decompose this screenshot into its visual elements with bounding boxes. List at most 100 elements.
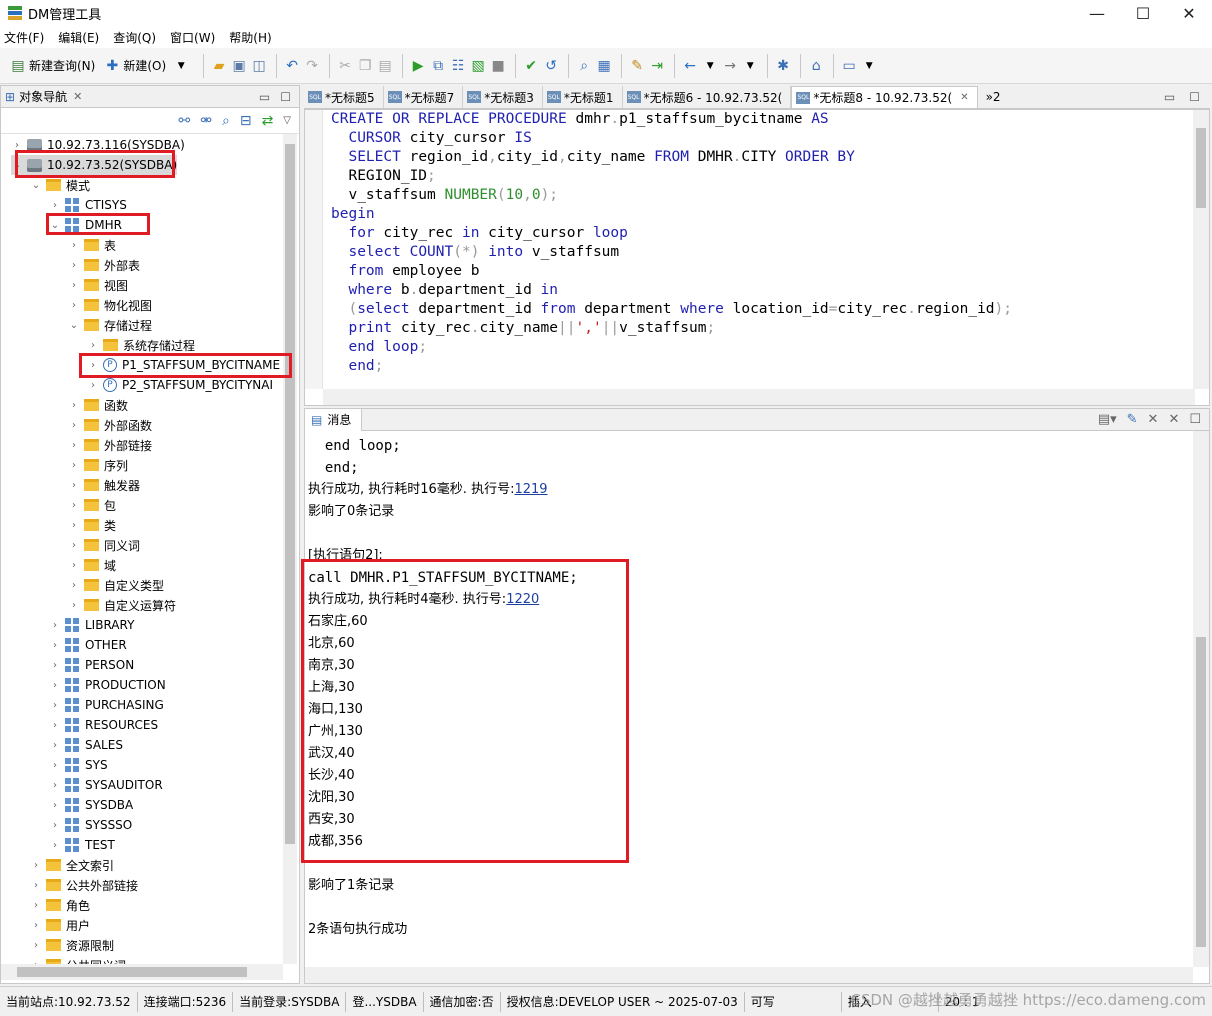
connect-icon[interactable]: ⚯ (179, 113, 191, 129)
tree-node[interactable]: › P P1_STAFFSUM_BYCITNAME (87, 355, 280, 375)
tree-node[interactable]: › 全文索引 (30, 855, 114, 875)
message-horizontal-scrollbar[interactable] (305, 967, 1193, 983)
editor-horizontal-scrollbar[interactable] (323, 389, 1195, 405)
tree-node[interactable]: › 类 (68, 515, 116, 535)
run-file-icon[interactable]: ▧ (469, 57, 487, 75)
tree-node[interactable]: › 函数 (68, 395, 128, 415)
code-area[interactable]: CREATE OR REPLACE PROCEDURE dmhr.p1_staf… (331, 110, 1012, 376)
home-icon[interactable]: ⌂ (807, 57, 825, 75)
format-icon[interactable]: ✎ (628, 57, 646, 75)
maximize-panel-icon[interactable]: ☐ (1189, 412, 1201, 427)
tree-node[interactable]: › 角色 (30, 895, 90, 915)
chevron-right-icon[interactable]: › (49, 640, 61, 651)
minimize-panel-icon[interactable]: ▭ (1164, 90, 1175, 104)
tree-node[interactable]: › 外部链接 (68, 435, 152, 455)
editor-tab[interactable]: SQL *无标题5 (304, 86, 384, 108)
chevron-right-icon[interactable]: › (87, 360, 99, 371)
stop-icon[interactable]: ■ (489, 57, 507, 75)
tree-node[interactable]: ⌄ DMHR (49, 215, 122, 235)
chevron-right-icon[interactable]: › (68, 600, 80, 611)
chevron-right-icon[interactable]: › (49, 740, 61, 751)
redo-icon[interactable]: ↷ (303, 57, 321, 75)
tree-node[interactable]: › SALES (49, 735, 123, 755)
chevron-right-icon[interactable]: › (49, 720, 61, 731)
tree-node[interactable]: › PURCHASING (49, 695, 164, 715)
tree-node[interactable]: › 序列 (68, 455, 128, 475)
copy-icon[interactable]: ❐ (356, 57, 374, 75)
view-menu-icon[interactable]: ▽ (283, 115, 291, 126)
message-vertical-scrollbar[interactable] (1193, 431, 1209, 967)
editor-tab[interactable]: SQL *无标题8 - 10.92.73.52(✕ (791, 86, 978, 108)
editor-tab[interactable]: SQL *无标题3 (463, 86, 543, 108)
tree-node[interactable]: ⌄ 10.92.73.52(SYSDBA) (11, 155, 178, 175)
run-script-icon[interactable]: ⧉ (429, 57, 447, 75)
clear-messages-icon[interactable]: ✎ (1127, 412, 1138, 427)
tree-node[interactable]: › 视图 (68, 275, 128, 295)
search-icon[interactable]: ⌕ (222, 113, 230, 129)
tree-node[interactable]: › OTHER (49, 635, 127, 655)
editor-tab[interactable]: SQL *无标题1 (543, 86, 623, 108)
tree-node[interactable]: › P P2_STAFFSUM_BYCITYNAI (87, 375, 273, 395)
tree-node[interactable]: › SYSAUDITOR (49, 775, 163, 795)
chevron-right-icon[interactable]: › (87, 340, 99, 351)
chevron-down-icon[interactable]: ▼ (741, 57, 759, 75)
chevron-right-icon[interactable]: › (49, 660, 61, 671)
chevron-down-icon[interactable]: ▼ (860, 57, 878, 75)
minimize-panel-icon[interactable]: ▭ (259, 90, 270, 104)
execution-id-link[interactable]: 1219 (514, 482, 547, 497)
tree-node[interactable]: › SYSDBA (49, 795, 133, 815)
tree-horizontal-scrollbar[interactable] (1, 964, 283, 980)
link-editor-icon[interactable]: ⇄ (262, 113, 274, 129)
tree-node[interactable]: › 10.92.73.116(SYSDBA) (11, 135, 185, 155)
menu-file[interactable]: 文件(F) (4, 29, 44, 46)
chevron-right-icon[interactable]: › (30, 880, 42, 891)
chevron-right-icon[interactable]: › (49, 780, 61, 791)
tree-node[interactable]: › PRODUCTION (49, 675, 166, 695)
commit-icon[interactable]: ✔ (522, 57, 540, 75)
collapse-all-icon[interactable]: ⊟ (240, 113, 252, 129)
run-icon[interactable]: ▶ (409, 57, 427, 75)
display-options-icon[interactable]: ▤▾ (1098, 412, 1117, 427)
debug-icon[interactable]: ✱ (774, 57, 792, 75)
chevron-right-icon[interactable]: › (11, 140, 23, 151)
menu-window[interactable]: 窗口(W) (170, 29, 215, 46)
save-all-icon[interactable]: ◫ (250, 57, 268, 75)
tree-node[interactable]: › 外部表 (68, 255, 140, 275)
editor-vertical-scrollbar[interactable] (1193, 110, 1209, 389)
chevron-down-icon[interactable]: ⌄ (68, 320, 80, 331)
tab-overflow-button[interactable]: »2 (982, 86, 1009, 108)
tree-node[interactable]: › 同义词 (68, 535, 140, 555)
new-query-button[interactable]: ▤ 新建查询(N) (6, 53, 98, 79)
chevron-down-icon[interactable]: ⌄ (49, 220, 61, 231)
remove-all-icon[interactable]: ✕ (1168, 412, 1179, 427)
maximize-panel-icon[interactable]: ☐ (1189, 90, 1200, 104)
explain-icon[interactable]: ☷ (449, 57, 467, 75)
chevron-right-icon[interactable]: › (49, 700, 61, 711)
disconnect-icon[interactable]: ⚮ (200, 113, 212, 129)
tree-node[interactable]: › CTISYS (49, 195, 127, 215)
editor-tab[interactable]: SQL *无标题7 (384, 86, 464, 108)
tree-node[interactable]: › 表 (68, 235, 116, 255)
tree-node[interactable]: › LIBRARY (49, 615, 134, 635)
tree-node[interactable]: › 物化视图 (68, 295, 152, 315)
tree-node[interactable]: › 域 (68, 555, 116, 575)
tree-node[interactable]: › 用户 (30, 915, 90, 935)
execution-id-link[interactable]: 1220 (506, 592, 539, 607)
rollback-icon[interactable]: ↺ (542, 57, 560, 75)
undo-icon[interactable]: ↶ (283, 57, 301, 75)
chevron-right-icon[interactable]: › (68, 240, 80, 251)
chevron-right-icon[interactable]: › (49, 680, 61, 691)
cut-icon[interactable]: ✂ (336, 57, 354, 75)
remove-icon[interactable]: ✕ (1148, 412, 1159, 427)
chevron-right-icon[interactable]: › (68, 260, 80, 271)
chevron-right-icon[interactable]: › (87, 380, 99, 391)
close-icon[interactable]: ✕ (960, 92, 968, 103)
tree-node[interactable]: › 资源限制 (30, 935, 114, 955)
tree-node[interactable]: › 公共外部链接 (30, 875, 138, 895)
chevron-right-icon[interactable]: › (68, 460, 80, 471)
save-icon[interactable]: ▣ (230, 57, 248, 75)
tree-node[interactable]: › 自定义类型 (68, 575, 164, 595)
chevron-down-icon[interactable]: ⌄ (30, 180, 42, 191)
window-layout-icon[interactable]: ▭ (840, 57, 858, 75)
chevron-right-icon[interactable]: › (49, 820, 61, 831)
